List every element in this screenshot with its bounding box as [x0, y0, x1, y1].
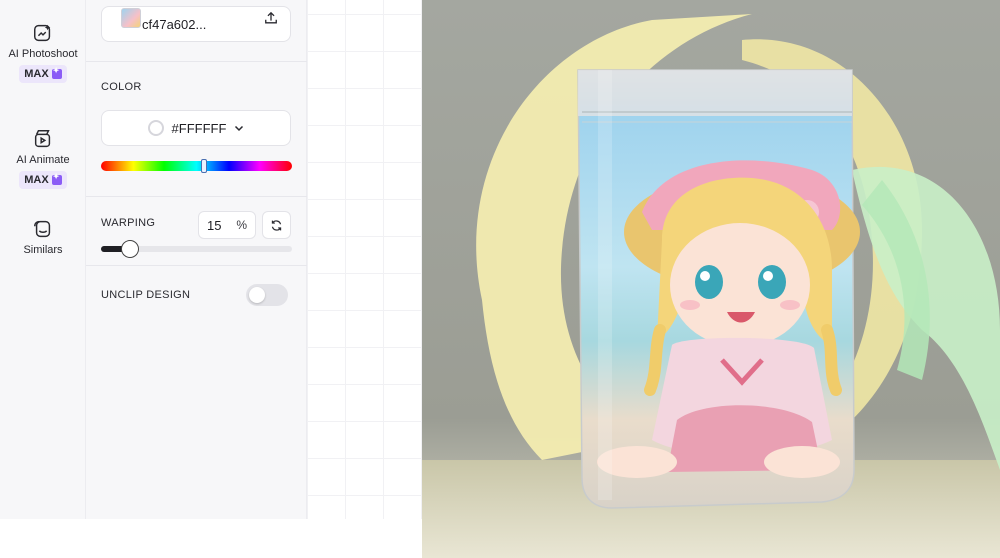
divider — [86, 196, 307, 197]
warping-label: WARPING — [101, 217, 156, 229]
hue-slider-thumb[interactable] — [201, 159, 208, 173]
unclip-design-toggle[interactable] — [246, 284, 288, 306]
product-preview — [422, 0, 1000, 558]
chevron-down-icon — [235, 125, 244, 132]
unclip-design-label: UNCLIP DESIGN — [101, 289, 191, 301]
divider — [86, 265, 307, 266]
warping-slider-knob[interactable] — [120, 240, 139, 258]
file-name: cf47a602... — [142, 16, 207, 32]
sparkle-icon — [51, 172, 62, 185]
warping-input[interactable]: 15 % — [198, 211, 256, 239]
reset-button[interactable] — [262, 211, 291, 239]
similars-icon — [34, 220, 51, 238]
upload-icon[interactable] — [264, 11, 278, 25]
warping-value: 15 — [207, 217, 222, 233]
rail-label: AI Photoshoot — [8, 48, 78, 60]
warping-unit: % — [236, 218, 247, 232]
product-preview-image — [422, 0, 1000, 558]
color-select[interactable]: #FFFFFF — [101, 110, 291, 146]
canvas-grid — [307, 0, 423, 519]
file-thumbnail — [121, 8, 141, 28]
max-badge: MAX — [19, 171, 67, 189]
rail-label: AI Animate — [16, 154, 70, 166]
rail-item-similars[interactable]: Similars — [0, 218, 86, 257]
tool-rail: AI Photoshoot MAX AI Animate MAX Similar… — [0, 0, 86, 519]
rail-label: Similars — [23, 244, 63, 256]
hue-slider[interactable] — [101, 159, 292, 173]
rail-item-ai-animate[interactable]: AI Animate MAX — [0, 128, 86, 189]
max-badge: MAX — [19, 65, 67, 83]
settings-panel: cf47a602... COLOR #FFFFFF WARPING 15 % U… — [86, 0, 307, 519]
color-hex-value: #FFFFFF — [171, 120, 227, 136]
photoshoot-icon — [34, 24, 51, 42]
refresh-icon — [271, 219, 282, 231]
sparkle-icon — [51, 66, 62, 79]
color-swatch — [147, 120, 164, 136]
animate-icon — [34, 130, 51, 148]
rail-item-ai-photoshoot[interactable]: AI Photoshoot MAX — [0, 22, 86, 83]
toggle-knob — [249, 287, 265, 303]
divider — [86, 61, 307, 62]
color-label: COLOR — [101, 81, 142, 93]
warping-slider[interactable] — [101, 240, 292, 258]
